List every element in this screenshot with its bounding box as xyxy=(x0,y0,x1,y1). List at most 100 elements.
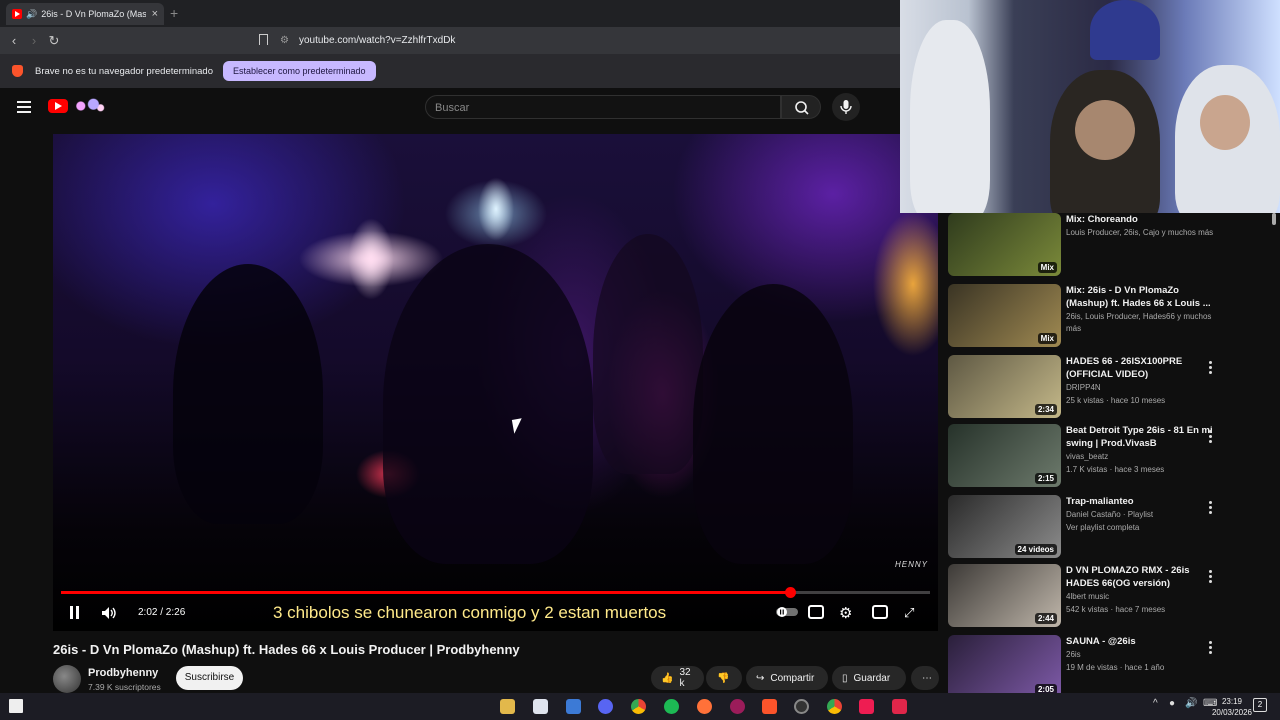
video-thumbnail[interactable]: 24 videos xyxy=(948,495,1061,558)
chrome-alt-icon[interactable] xyxy=(827,699,842,714)
chrome-icon[interactable] xyxy=(631,699,646,714)
spotify-icon[interactable] xyxy=(664,699,679,714)
scrollbar[interactable] xyxy=(1272,213,1276,225)
thumbnail-badge: 2:15 xyxy=(1034,473,1057,484)
thumbs-down-icon: 👎 xyxy=(717,672,730,684)
start-menu-icon[interactable] xyxy=(9,699,23,713)
subscribe-button[interactable]: Suscribirse xyxy=(176,666,243,690)
close-tab-icon[interactable]: × xyxy=(152,8,158,20)
video-item-title[interactable]: SAUNA - @26is xyxy=(1066,635,1216,648)
save-label: Guardar xyxy=(853,672,891,684)
clock-time: 23:19 xyxy=(1221,697,1242,706)
tray-chevron-icon[interactable]: ^ xyxy=(1153,698,1158,709)
sidebar-video-item[interactable]: 2:44 D VN PLOMAZO RMX - 26is HADES 66(OG … xyxy=(948,564,1270,630)
video-item-title[interactable]: HADES 66 - 26ISX100PRE (OFFICIAL VIDEO) xyxy=(1066,355,1216,381)
address-bar[interactable]: ⚙ youtube.com/watch?v=ZzhlfrTxdDk xyxy=(280,30,900,51)
video-item-meta: 4lbert music xyxy=(1066,592,1110,601)
new-tab-button[interactable]: + xyxy=(170,5,178,21)
video-thumbnail[interactable]: 2:34 xyxy=(948,355,1061,418)
channel-avatar[interactable] xyxy=(53,665,81,693)
obs-icon[interactable] xyxy=(794,699,809,714)
sidebar-video-item[interactable]: 24 videos Trap-malianteo Daniel Castaño · … xyxy=(948,495,1270,561)
person-figure xyxy=(910,20,990,213)
tiktok-icon[interactable] xyxy=(859,699,874,714)
fullscreen-icon[interactable]: ⤢ xyxy=(904,605,914,621)
video-item-title[interactable]: D VN PLOMAZO RMX - 26is HADES 66(OG vers… xyxy=(1066,564,1216,590)
search-button[interactable] xyxy=(781,95,821,119)
more-options-icon[interactable] xyxy=(1209,501,1213,516)
wall-poster xyxy=(1090,0,1160,60)
opera-gx-icon[interactable] xyxy=(730,699,745,714)
autoplay-toggle[interactable] xyxy=(776,606,798,618)
voice-search-button[interactable] xyxy=(832,93,860,121)
search-icon xyxy=(795,101,809,115)
calculator-icon[interactable] xyxy=(533,699,548,714)
video-info: D VN PLOMAZO RMX - 26is HADES 66(OG vers… xyxy=(1066,564,1216,616)
app-icon[interactable] xyxy=(892,699,907,714)
like-button[interactable]: 👍 32 k xyxy=(651,666,704,690)
video-thumbnail[interactable]: Mix xyxy=(948,213,1061,276)
more-options-icon[interactable] xyxy=(1209,641,1213,656)
video-info: Mix: Choreando Louis Producer, 26is, Cajo… xyxy=(1066,213,1216,239)
share-label: Compartir xyxy=(770,672,815,684)
firefox-icon[interactable] xyxy=(697,699,712,714)
thumbnail-badge: Mix xyxy=(1037,333,1057,344)
notifications-icon[interactable]: 2 xyxy=(1253,698,1267,712)
menu-icon[interactable] xyxy=(17,101,31,116)
video-item-title[interactable]: Trap-malianteo xyxy=(1066,495,1216,508)
browser-tab[interactable]: 🔊 26is - D Vn PlomaZo (Mashup) × xyxy=(6,3,164,25)
crowd-silhouette xyxy=(593,234,703,474)
pause-button[interactable] xyxy=(69,606,81,619)
volume-button[interactable] xyxy=(101,606,117,620)
progress-bar[interactable] xyxy=(61,587,930,598)
video-thumbnail[interactable]: 2:05 xyxy=(948,635,1061,693)
video-thumbnail[interactable]: 2:44 xyxy=(948,564,1061,627)
video-info: Trap-malianteo Daniel Castaño · Playlist V… xyxy=(1066,495,1216,534)
brave-icon[interactable] xyxy=(762,699,777,714)
speaker-tray-icon[interactable]: 🔊 xyxy=(1185,698,1197,709)
video-item-title[interactable]: Mix: 26is - D Vn PlomaZo (Mashup) ft. Ha… xyxy=(1066,284,1216,310)
person-face xyxy=(1075,100,1135,160)
reload-icon[interactable]: ↻ xyxy=(46,33,62,49)
video-item-meta: 25 k vistas · hace 10 meses xyxy=(1066,396,1166,405)
channel-name[interactable]: Prodbyhenny xyxy=(88,667,158,679)
subtitles-button[interactable] xyxy=(808,605,824,619)
taskbar-clock[interactable]: 23:19 20/03/2026 xyxy=(1212,696,1252,718)
video-item-title[interactable]: Mix: Choreando xyxy=(1066,213,1216,226)
youtube-logo-icon[interactable] xyxy=(48,99,68,113)
more-actions-icon[interactable]: ⋯ xyxy=(911,666,939,690)
more-options-icon[interactable] xyxy=(1209,361,1213,376)
theater-mode-button[interactable] xyxy=(872,605,888,619)
more-options-icon[interactable] xyxy=(1209,570,1213,585)
progress-scrubber[interactable] xyxy=(784,587,796,598)
share-button[interactable]: ↪ Compartir xyxy=(746,666,828,690)
back-icon[interactable]: ‹ xyxy=(6,33,22,48)
bookmark-icon[interactable] xyxy=(259,34,268,45)
speaker-icon[interactable]: 🔊 xyxy=(26,9,37,20)
video-item-title[interactable]: Beat Detroit Type 26is - 81 En mi swing … xyxy=(1066,424,1216,450)
video-item-meta: 26is xyxy=(1066,650,1081,659)
video-thumbnail[interactable]: 2:15 xyxy=(948,424,1061,487)
more-options-icon[interactable] xyxy=(1209,430,1213,445)
settings-gear-icon[interactable]: ⚙ xyxy=(839,604,852,622)
dislike-button[interactable]: 👎 xyxy=(706,666,742,690)
search-input[interactable]: Buscar xyxy=(425,95,781,119)
microphone-tray-icon[interactable]: ● xyxy=(1169,698,1175,709)
video-info: Beat Detroit Type 26is - 81 En mi swing … xyxy=(1066,424,1216,476)
sidebar-video-item[interactable]: Mix Mix: 26is - D Vn PlomaZo (Mashup) ft.… xyxy=(948,284,1270,350)
set-default-button[interactable]: Establecer como predeterminado xyxy=(222,61,376,81)
sidebar-video-item[interactable]: 2:34 HADES 66 - 26ISX100PRE (OFFICIAL VID… xyxy=(948,355,1270,421)
discord-icon[interactable] xyxy=(598,699,613,714)
video-thumbnail[interactable]: Mix xyxy=(948,284,1061,347)
site-settings-icon[interactable]: ⚙ xyxy=(280,35,289,46)
save-button[interactable]: ▯ Guardar xyxy=(832,666,906,690)
sidebar-video-item[interactable]: 2:15 Beat Detroit Type 26is - 81 En mi sw… xyxy=(948,424,1270,490)
thumbnail-badge: 2:34 xyxy=(1034,404,1057,415)
sidebar-video-item[interactable]: Mix Mix: Choreando Louis Producer, 26is, C… xyxy=(948,213,1270,279)
sidebar-video-item[interactable]: 2:05 SAUNA - @26is 26is 19 M de vistas · ha… xyxy=(948,635,1270,693)
forward-icon[interactable]: › xyxy=(26,33,42,48)
video-player[interactable]: HENNY 2:02 / 2:26 3 chibolos se chunearo… xyxy=(53,134,938,631)
file-explorer-icon[interactable] xyxy=(500,699,515,714)
mail-icon[interactable] xyxy=(566,699,581,714)
youtube-doodle-icon[interactable] xyxy=(70,97,106,115)
